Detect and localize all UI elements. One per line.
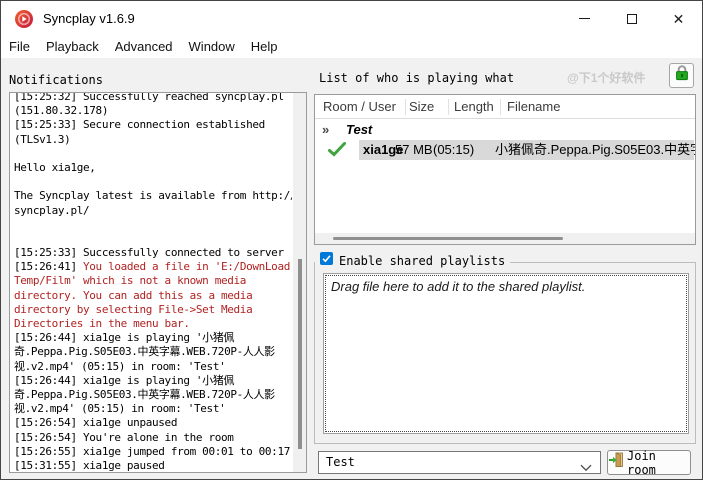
checkbox-checked-icon[interactable]: [320, 252, 333, 270]
log-line: [15:25:33] Successfully connected to ser…: [14, 246, 284, 260]
notifications-label: Notifications: [9, 73, 103, 87]
chevron-down-icon[interactable]: [580, 459, 592, 477]
log-line: (151.80.32.178): [14, 104, 109, 118]
log-line: [15:25:32] Successfully reached syncplay…: [14, 92, 284, 103]
room-lock-button[interactable]: [669, 63, 694, 88]
notifications-log: [15:25:32] Successfully reached syncplay…: [14, 92, 292, 472]
log-scrollbar-thumb[interactable]: [298, 259, 302, 449]
log-line: [15:26:54] You're alone in the room: [14, 430, 234, 444]
user-filename: 小猪佩奇.Peppa.Pig.S05E03.中英字幕.WEB.720P-人人影视…: [495, 142, 695, 157]
log-scrollbar[interactable]: [293, 93, 306, 472]
close-icon: ✕: [672, 10, 685, 27]
column-room-user[interactable]: Room / User: [323, 95, 396, 119]
log-line: [15:25:33] Secure connection established: [14, 118, 265, 132]
enable-shared-playlists[interactable]: Enable shared playlists: [315, 252, 511, 270]
menu-file[interactable]: File: [1, 36, 38, 58]
playing-list-label: List of who is playing what: [319, 71, 515, 85]
log-line: Temp/Film' which is not a known media: [14, 274, 247, 288]
column-filename[interactable]: Filename: [507, 95, 560, 119]
column-size[interactable]: Size: [409, 95, 434, 119]
log-line: (TLSv1.3): [14, 132, 71, 146]
log-line: [15:31:55] xia1ge paused: [14, 458, 165, 472]
maximize-icon: [626, 13, 637, 24]
drop-area-focus-rect: [325, 275, 687, 432]
table-hscrollbar[interactable]: [315, 233, 695, 244]
room-name: Test: [346, 122, 373, 137]
door-icon: [608, 452, 624, 473]
log-line: [15:26:44] xia1ge is playing '小猪佩: [14, 331, 235, 345]
menu-advanced[interactable]: Advanced: [107, 36, 181, 58]
log-line: Hello xia1ge,: [14, 160, 96, 174]
column-divider: [500, 99, 501, 115]
playing-table[interactable]: Room / User Size Length Filename » Test …: [314, 94, 696, 245]
room-combobox[interactable]: Test: [318, 451, 601, 474]
table-row-room[interactable]: » Test: [315, 121, 695, 140]
log-line: 奇.Peppa.Pig.S05E03.中英字幕.WEB.720P-人人影: [14, 387, 275, 401]
log-line: 奇.Peppa.Pig.S05E03.中英字幕.WEB.720P-人人影: [14, 345, 275, 359]
join-room-label: Join room: [627, 448, 656, 477]
user-file-size: 57 MB: [395, 142, 433, 157]
user-file-length: (05:15): [433, 142, 475, 157]
notifications-log-box[interactable]: [15:25:32] Successfully reached syncplay…: [9, 92, 307, 473]
maximize-button[interactable]: [608, 1, 655, 36]
column-length[interactable]: Length: [454, 95, 494, 119]
enable-shared-playlists-label: Enable shared playlists: [339, 254, 506, 268]
table-row-user[interactable]: xia1ge 57 MB (05:15) 小猪佩奇.Peppa.Pig.S05E…: [315, 140, 695, 161]
log-line: 视.v2.mp4' (05:15) in room: 'Test': [14, 359, 226, 373]
close-button[interactable]: ✕: [655, 1, 702, 36]
log-line: [15:26:41] You loaded a file in 'E:/Down…: [14, 260, 290, 274]
log-line: 视.v2.mp4' (05:15) in room: 'Test': [14, 402, 226, 416]
minimize-icon: [579, 18, 590, 19]
column-divider: [405, 99, 406, 115]
syncplay-window: Syncplay v1.6.9 ✕ File Playback Advanced Wi…: [0, 0, 703, 480]
title-bar[interactable]: Syncplay v1.6.9 ✕: [1, 1, 702, 36]
menu-window[interactable]: Window: [181, 36, 243, 58]
menu-bar: File Playback Advanced Window Help: [1, 36, 702, 58]
room-combobox-value: Test: [326, 455, 355, 469]
log-line: syncplay.pl/: [14, 203, 90, 217]
window-title: Syncplay v1.6.9: [43, 11, 135, 26]
log-line: The Syncplay latest is available from ht…: [14, 189, 292, 203]
playing-table-header[interactable]: Room / User Size Length Filename: [315, 95, 695, 119]
menu-playback[interactable]: Playback: [38, 36, 107, 58]
log-line: directory by selecting File->Set Media: [14, 302, 253, 316]
join-room-button[interactable]: Join room: [607, 448, 691, 477]
app-logo-icon: [14, 9, 34, 29]
check-icon: [328, 142, 346, 162]
lock-icon: [673, 64, 691, 87]
log-line: [15:26:44] xia1ge is playing '小猪佩: [14, 373, 235, 387]
log-line: [15:26:54] xia1ge unpaused: [14, 416, 178, 430]
watermark-text: @下1个好软件: [567, 71, 646, 85]
column-divider: [448, 99, 449, 115]
drag-hint-text: Drag file here to add it to the shared p…: [331, 279, 586, 294]
expander-icon[interactable]: »: [322, 121, 329, 139]
log-line: Directories in the menu bar.: [14, 317, 190, 330]
shared-playlist-drop-area[interactable]: Drag file here to add it to the shared p…: [323, 273, 689, 434]
menu-help[interactable]: Help: [243, 36, 286, 58]
table-hscrollbar-thumb[interactable]: [333, 237, 563, 240]
log-line: directory. You can add this as a media: [14, 288, 253, 302]
minimize-button[interactable]: [561, 1, 608, 36]
log-line: [15:26:55] xia1ge jumped from 00:01 to 0…: [14, 444, 290, 458]
